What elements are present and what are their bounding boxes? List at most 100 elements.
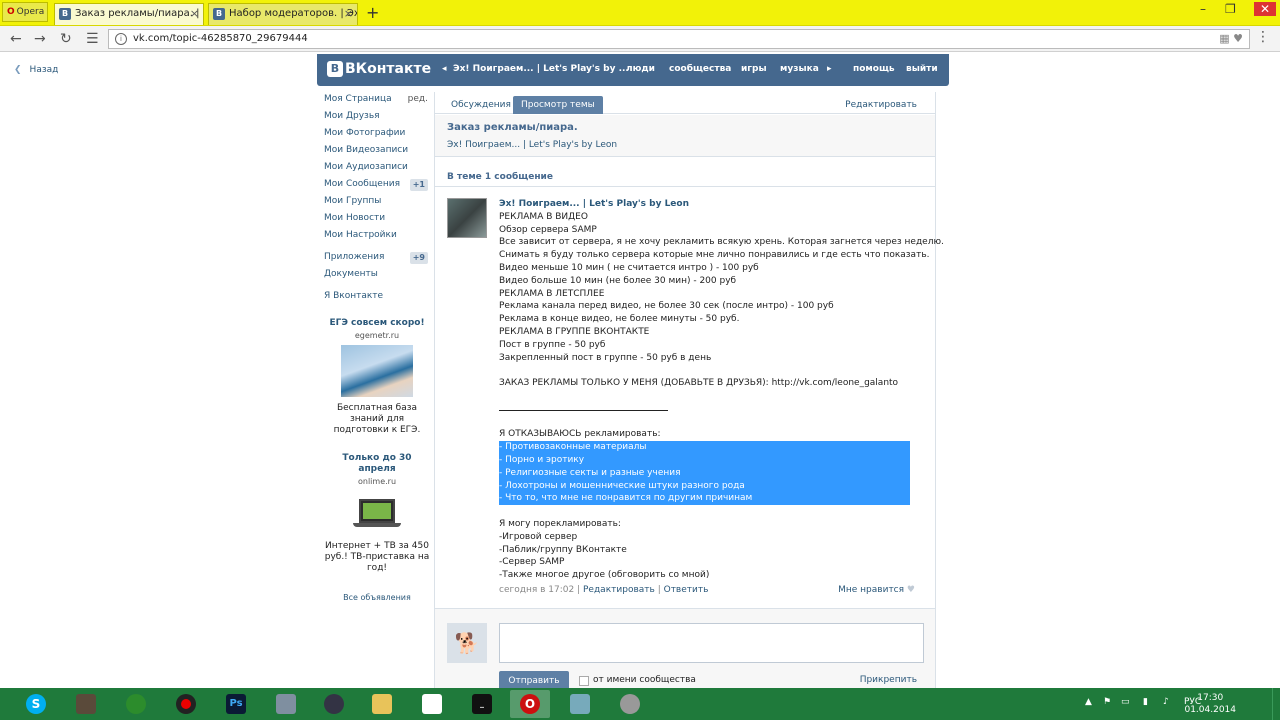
taskbar-photoshop[interactable]: Ps	[216, 690, 256, 718]
speed-dial-icon[interactable]: ☰	[86, 30, 99, 48]
menu-my-page[interactable]: Моя Страница ред.	[324, 92, 430, 109]
taskbar-opera[interactable]: O	[510, 690, 550, 718]
post-author[interactable]: Эх! Поиграем... | Let's Play's by Leon	[499, 198, 929, 211]
menu-news[interactable]: Мои Новости	[324, 211, 430, 228]
taskbar-skype[interactable]: S	[16, 690, 56, 718]
menu-label: Моя Страница	[324, 94, 392, 104]
taskbar-app-game[interactable]	[66, 690, 106, 718]
author-avatar[interactable]	[447, 198, 487, 238]
header-next-icon[interactable]: ▸	[827, 64, 832, 74]
edit-topic-link[interactable]: Редактировать	[837, 96, 925, 114]
menu-audio[interactable]: Мои Аудиозаписи	[324, 160, 430, 177]
menu-groups[interactable]: Мои Группы	[324, 194, 430, 211]
menu-messages[interactable]: Мои Сообщения +1	[324, 177, 430, 194]
menu-label: Мои Сообщения	[324, 179, 400, 189]
post-reply-link[interactable]: Ответить	[664, 585, 709, 595]
nav-people[interactable]: люди	[626, 64, 655, 74]
header-group-link[interactable]: Эх! Поиграем... | Let's Play's by ...	[453, 64, 629, 74]
message-count: В теме 1 сообщение	[447, 172, 553, 182]
taskbar-recorder[interactable]	[166, 690, 206, 718]
topic-header: Заказ рекламы/пиара. Эх! Поиграем... | L…	[435, 115, 935, 157]
post-line: -Паблик/группу ВКонтакте	[499, 544, 627, 555]
opera-menu-button[interactable]: O Opera	[2, 2, 48, 22]
tray-network-icon[interactable]: ▮	[1143, 697, 1148, 707]
close-tab-icon[interactable]: ×	[190, 4, 199, 24]
laptop-icon[interactable]	[347, 495, 407, 535]
as-community-label[interactable]: от имени сообщества	[593, 675, 696, 685]
browser-tab[interactable]: B Набор модераторов. | Эх ×	[208, 3, 358, 25]
as-community-checkbox[interactable]	[579, 676, 589, 686]
menu-documents[interactable]: Документы	[324, 267, 430, 284]
tab-view-topic[interactable]: Просмотр темы	[513, 96, 603, 114]
reply-textarea[interactable]	[499, 623, 924, 663]
tray-clock[interactable]: 17:30 01.04.2014	[1184, 692, 1236, 716]
reload-icon[interactable]: ↻	[60, 30, 72, 48]
ad-image-girl[interactable]	[341, 345, 413, 397]
tray-volume-icon[interactable]: ♪	[1163, 697, 1169, 707]
nav-logout[interactable]: выйти	[906, 64, 938, 74]
ad-block-1[interactable]: ЕГЭ совсем скоро! egemetr.ru Бесплатная …	[324, 318, 430, 436]
tray-flag-icon[interactable]: ⚑	[1103, 697, 1111, 707]
forward-arrow-icon[interactable]: →	[34, 30, 46, 48]
header-prev-icon[interactable]: ◂	[442, 64, 447, 74]
new-tab-button[interactable]: +	[366, 4, 379, 22]
order-line[interactable]: ЗАКАЗ РЕКЛАМЫ ТОЛЬКО У МЕНЯ (ДОБАВЬТЕ В …	[499, 377, 929, 390]
taskbar-disc[interactable]	[610, 690, 650, 718]
post-line: -Сервер SAMP	[499, 557, 565, 568]
minimize-icon[interactable]: –	[1200, 2, 1206, 16]
nav-communities[interactable]: сообщества	[669, 64, 731, 74]
taskbar-explorer[interactable]	[362, 690, 402, 718]
menu-label: Мои Друзья	[324, 111, 380, 121]
menu-label: Документы	[324, 269, 378, 279]
nav-games[interactable]: игры	[741, 64, 767, 74]
topic-group-link[interactable]: Эх! Поиграем... | Let's Play's by Leon	[447, 140, 617, 150]
ad-block-2[interactable]: Только до 30 апреля onlime.ru Интернет +…	[324, 453, 430, 574]
left-menu: Моя Страница ред. Мои Друзья Мои Фотограф…	[324, 92, 430, 306]
tray-display-icon[interactable]: ▭	[1121, 697, 1130, 707]
vk-logo[interactable]: B ВКонтакте	[327, 61, 431, 77]
ad-title[interactable]: Только до 30 апреля	[324, 453, 430, 475]
show-desktop-button[interactable]	[1272, 688, 1280, 720]
menu-label: Мои Группы	[324, 196, 382, 206]
terminal-icon: _	[472, 694, 492, 714]
close-window-icon[interactable]: ✕	[1254, 2, 1277, 16]
tab-discussions[interactable]: Обсуждения	[443, 96, 519, 114]
menu-about-vk[interactable]: Я Вконтакте	[324, 289, 430, 306]
browser-tab-active[interactable]: B Заказ рекламы/пиара. | Э ×	[54, 3, 204, 25]
menu-apps[interactable]: Приложения +9	[324, 250, 430, 267]
menu-settings[interactable]: Мои Настройки	[324, 228, 430, 245]
browser-menu-icon[interactable]: ⋮	[1256, 29, 1270, 45]
post-line: -Также многое другое (обговорить со мной…	[499, 570, 710, 581]
menu-friends[interactable]: Мои Друзья	[324, 109, 430, 126]
all-ads-link[interactable]: Все объявления	[324, 593, 430, 602]
post-line: РЕКЛАМА В ВИДЕО	[499, 211, 588, 222]
tray-arrow-icon[interactable]: ▲	[1085, 697, 1092, 707]
url-field[interactable]: i vk.com/topic-46285870_29679444 ▦ ♥	[108, 29, 1250, 49]
bookmark-heart-icon[interactable]: ▦ ♥	[1219, 30, 1243, 48]
taskbar-monitor[interactable]	[266, 690, 306, 718]
menu-photos[interactable]: Мои Фотографии	[324, 126, 430, 143]
site-info-icon[interactable]: i	[115, 33, 127, 45]
taskbar-terminal[interactable]: _	[462, 690, 502, 718]
like-button[interactable]: Мне нравится ♥	[838, 584, 915, 597]
menu-videos[interactable]: Мои Видеозаписи	[324, 143, 430, 160]
disc-icon	[620, 694, 640, 714]
back-arrow-icon[interactable]: ←	[10, 30, 22, 48]
post-time[interactable]: сегодня в 17:02	[499, 585, 574, 595]
nav-help[interactable]: помощь	[853, 64, 895, 74]
reply-box: 🐕 Отправить от имени сообщества Прикрепи…	[435, 608, 935, 691]
taskbar-globe[interactable]	[314, 690, 354, 718]
post-edit-link[interactable]: Редактировать	[583, 585, 655, 595]
taskbar-tablet[interactable]	[560, 690, 600, 718]
menu-edit-link[interactable]: ред.	[408, 92, 428, 107]
post-line: -Игровой сервер	[499, 531, 578, 542]
ad-title[interactable]: ЕГЭ совсем скоро!	[324, 318, 430, 329]
maximize-icon[interactable]: ❐	[1225, 2, 1236, 16]
back-link[interactable]: ❮ Назад	[14, 65, 58, 75]
attach-link[interactable]: Прикрепить	[860, 675, 917, 685]
close-tab-icon[interactable]: ×	[344, 4, 353, 24]
taskbar-app-green[interactable]	[116, 690, 156, 718]
taskbar-document[interactable]	[412, 690, 452, 718]
vk-logo-icon: B	[327, 61, 343, 77]
nav-music[interactable]: музыка	[780, 64, 819, 74]
